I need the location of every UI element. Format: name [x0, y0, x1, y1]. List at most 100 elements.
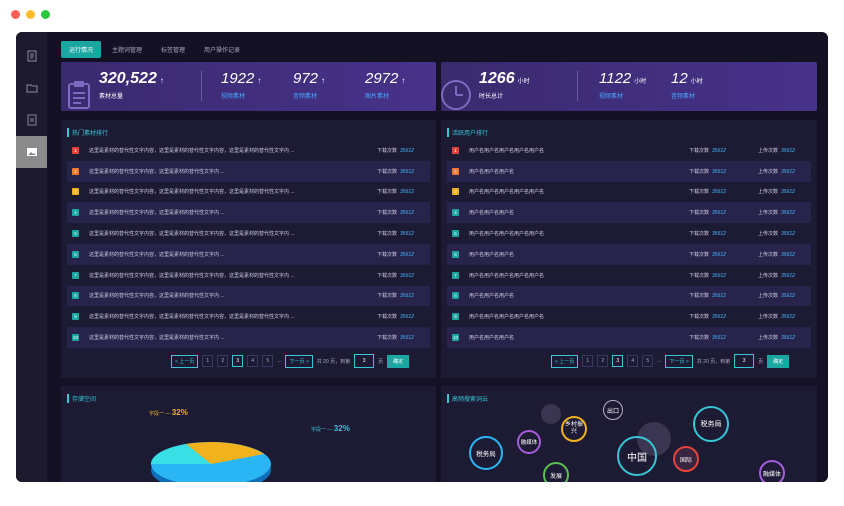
tab-tag-management[interactable]: 标签管理	[153, 41, 193, 58]
maximize-window-button[interactable]	[41, 10, 50, 19]
page-4-button[interactable]: 4	[247, 355, 259, 367]
download-value: 35612	[712, 147, 726, 154]
table-row[interactable]: 7 用户名用户名用户名用户名用户名 下载次数 35612 上传次数 35612	[447, 265, 811, 286]
table-row[interactable]: 8 用户名用户名用户名 下载次数 35612 上传次数 35612	[447, 285, 811, 307]
word-bubble[interactable]: 发展	[543, 462, 569, 482]
video-materials-label: 视频素材	[221, 94, 246, 100]
upload-value: 35612	[781, 210, 795, 217]
download-value: 35612	[712, 189, 726, 196]
material-title: 这里是素材的替代性文字内容，这里是素材的替代性文字内 ...	[89, 251, 225, 258]
pager-ellipsis: ...	[277, 358, 282, 364]
upload-count: 上传次数 35612	[758, 334, 795, 341]
stat-total-duration: 1266 小时 时长总计	[479, 70, 530, 100]
table-row[interactable]: 4 用户名用户名用户名 下载次数 35612 上传次数 35612	[447, 202, 811, 224]
table-row[interactable]: 6 这里是素材的替代性文字内容，这里是素材的替代性文字内 ... 下载次数 35612	[67, 243, 430, 265]
pager-page-unit: 页	[758, 358, 764, 365]
page-2-button[interactable]: 2	[597, 355, 609, 367]
download-count: 下载次数 35612	[689, 272, 726, 279]
download-value: 35612	[400, 210, 414, 217]
upload-label: 上传次数	[758, 147, 779, 154]
audio-materials-value: 972	[293, 70, 319, 87]
download-value: 35612	[712, 231, 726, 238]
table-row[interactable]: 2 这里是素材的替代性文字内容，这里是素材的替代性文字内 ... 下载次数 35612	[67, 160, 430, 182]
upload-count: 上传次数 35612	[758, 272, 795, 279]
table-row[interactable]: 1 这里是素材的替代性文字内容，这里是素材的替代性文字内容，这里是素材的替代性文字…	[67, 140, 430, 161]
download-value: 35612	[712, 272, 726, 279]
pie-label-a-value: 32%	[171, 408, 188, 417]
word-bubble[interactable]: 税务局	[693, 406, 729, 442]
download-count: 下载次数 35612	[689, 251, 726, 258]
word-bubble[interactable]: 出口	[603, 400, 623, 420]
tab-keyword-management[interactable]: 主题词管理	[104, 41, 150, 58]
material-title: 这里是素材的替代性文字内容，这里是素材的替代性文字内容，这里是素材的替代性文字内…	[89, 147, 295, 154]
table-row[interactable]: 9 用户名用户名用户名用户名用户名 下载次数 35612 上传次数 35612	[447, 306, 811, 327]
next-page-button[interactable]: 下一页 >	[285, 354, 313, 368]
download-count: 下载次数 35612	[689, 168, 726, 175]
page-5-button[interactable]: 5	[262, 355, 274, 367]
upload-count: 上传次数 35612	[758, 230, 795, 237]
pager-total-text: 共 20 页，到第	[696, 358, 731, 365]
download-count: 下载次数 35612	[377, 251, 414, 258]
word-bubble[interactable]: 融媒体	[517, 430, 541, 454]
page-5-button[interactable]: 5	[642, 355, 654, 367]
page-3-button[interactable]: 3	[612, 355, 624, 367]
table-row[interactable]: 5 这里是素材的替代性文字内容，这里是素材的替代性文字内容，这里是素材的替代性文字…	[67, 223, 430, 244]
pie-label-a: 字段一 — 32%	[149, 408, 188, 417]
sidebar-item-report[interactable]	[16, 104, 47, 136]
download-value: 35612	[400, 314, 414, 321]
goto-page-confirm-button[interactable]: 确定	[767, 354, 790, 368]
upload-label: 上传次数	[758, 335, 779, 342]
page-2-button[interactable]: 2	[217, 355, 229, 367]
table-row[interactable]: 8 这里是素材的替代性文字内容，这里是素材的替代性文字内 ... 下载次数 35612	[67, 285, 430, 307]
tab-user-operation-log[interactable]: 用户操作记录	[196, 41, 248, 58]
goto-page-confirm-button[interactable]: 确定	[387, 354, 410, 368]
page-3-button[interactable]: 3	[232, 355, 244, 367]
table-row[interactable]: 3 这里是素材的替代性文字内容，这里是素材的替代性文字内容，这里是素材的替代性文字…	[67, 182, 430, 203]
sidebar-item-statistics[interactable]	[16, 136, 47, 168]
upload-value: 35612	[781, 293, 795, 300]
window-controls	[11, 10, 50, 19]
sidebar-item-folder[interactable]	[16, 72, 47, 104]
tab-running-status[interactable]: 运行情况	[61, 41, 102, 58]
goto-page-input[interactable]: 3	[734, 354, 755, 368]
table-row[interactable]: 5 用户名用户名用户名用户名用户名 下载次数 35612 上传次数 35612	[447, 223, 811, 244]
word-bubble[interactable]: 中国	[617, 436, 657, 476]
pie-label-b: 字段一 — 32%	[311, 424, 350, 433]
table-row[interactable]: 7 这里是素材的替代性文字内容，这里是素材的替代性文字内容，这里是素材的替代性文字…	[67, 265, 430, 286]
prev-page-button[interactable]: < 上一页	[551, 354, 579, 368]
word-bubble[interactable]: 国际	[673, 446, 699, 472]
sidebar-item-document[interactable]	[16, 40, 47, 72]
rank-badge: 4	[452, 209, 459, 217]
table-row[interactable]: 10 用户名用户名用户名 下载次数 35612 上传次数 35612	[447, 327, 811, 348]
close-window-button[interactable]	[11, 10, 20, 19]
download-value: 35612	[400, 335, 414, 342]
page-1-button[interactable]: 1	[202, 355, 214, 367]
rank-badge: 10	[452, 334, 459, 342]
table-row[interactable]: 3 用户名用户名用户名用户名用户名 下载次数 35612 上传次数 35612	[447, 182, 811, 203]
page-4-button[interactable]: 4	[627, 355, 639, 367]
user-name: 用户名用户名用户名用户名用户名	[469, 147, 545, 154]
image-materials-value: 2972	[365, 70, 399, 87]
hot-materials-pager: < 上一页 1 2 3 4 5 ... 下一页 > 共 20 页，到第 3 页 …	[171, 354, 410, 368]
next-page-button[interactable]: 下一页 >	[665, 354, 693, 368]
word-bubble[interactable]: 融媒体	[759, 460, 785, 482]
table-row[interactable]: 2 用户名用户名用户名 下载次数 35612 上传次数 35612	[447, 160, 811, 182]
cloud-bubble-decor	[541, 404, 561, 424]
table-row[interactable]: 6 用户名用户名用户名 下载次数 35612 上传次数 35612	[447, 243, 811, 265]
table-row[interactable]: 9 这里是素材的替代性文字内容，这里是素材的替代性文字内容，这里是素材的替代性文字…	[67, 306, 430, 327]
table-row[interactable]: 4 这里是素材的替代性文字内容，这里是素材的替代性文字内 ... 下载次数 35612	[67, 202, 430, 224]
divider	[201, 71, 202, 101]
audio-materials-label: 音频素材	[293, 94, 318, 100]
storage-panel: 存储空间 字段一 — 32% 字段一 — 32%	[61, 386, 436, 482]
minimize-window-button[interactable]	[26, 10, 35, 19]
table-row[interactable]: 1 用户名用户名用户名用户名用户名 下载次数 35612 上传次数 35612	[447, 140, 811, 161]
word-bubble[interactable]: 乡村振兴	[561, 416, 587, 442]
download-label: 下载次数	[377, 293, 398, 300]
table-row[interactable]: 10 这里是素材的替代性文字内容，这里是素材的替代性文字内 ... 下载次数 3561…	[67, 327, 430, 348]
user-name: 用户名用户名用户名	[469, 335, 515, 342]
goto-page-input[interactable]: 3	[354, 354, 375, 368]
rank-badge: 9	[72, 313, 79, 321]
prev-page-button[interactable]: < 上一页	[171, 354, 199, 368]
word-bubble[interactable]: 税务局	[469, 436, 503, 470]
page-1-button[interactable]: 1	[582, 355, 594, 367]
